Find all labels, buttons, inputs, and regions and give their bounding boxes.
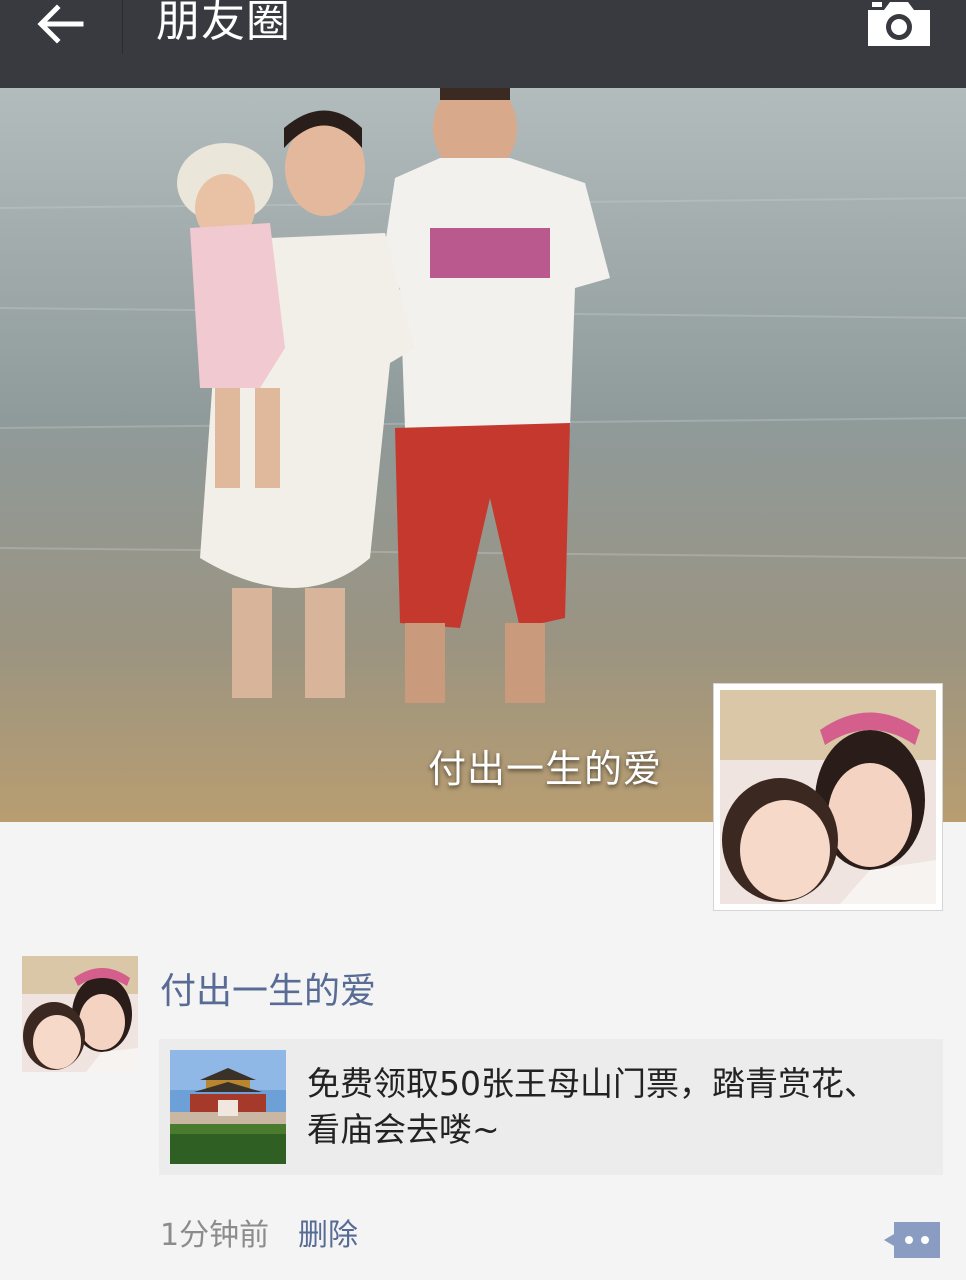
delete-button[interactable]: 删除 — [298, 1210, 358, 1254]
cover-avatar[interactable] — [713, 683, 943, 911]
shared-link-thumbnail — [170, 1050, 286, 1164]
cover-username: 付出一生的爱 — [428, 747, 663, 791]
header-divider — [122, 0, 123, 54]
post-author-name[interactable]: 付出一生的爱 — [160, 962, 376, 1014]
avatar-image — [720, 690, 936, 904]
comment-bubble-icon — [884, 1222, 940, 1258]
post-avatar[interactable] — [22, 956, 138, 1072]
shared-link-card[interactable]: 免费领取50张王母山门票，踏青赏花、看庙会去喽~ — [159, 1039, 943, 1175]
comment-button[interactable] — [882, 1220, 942, 1260]
back-button[interactable] — [30, 0, 90, 48]
top-bar: 朋友圈 — [0, 0, 966, 88]
camera-button[interactable] — [866, 0, 932, 48]
temple-thumbnail-image — [170, 1050, 286, 1164]
avatar-image — [22, 956, 138, 1072]
shared-link-text: 免费领取50张王母山门票，踏青赏花、看庙会去喽~ — [307, 1064, 877, 1149]
page-title: 朋友圈 — [156, 0, 291, 47]
post-timestamp: 1分钟前 — [160, 1218, 270, 1253]
arrow-left-icon — [37, 4, 84, 44]
camera-icon — [868, 2, 930, 46]
